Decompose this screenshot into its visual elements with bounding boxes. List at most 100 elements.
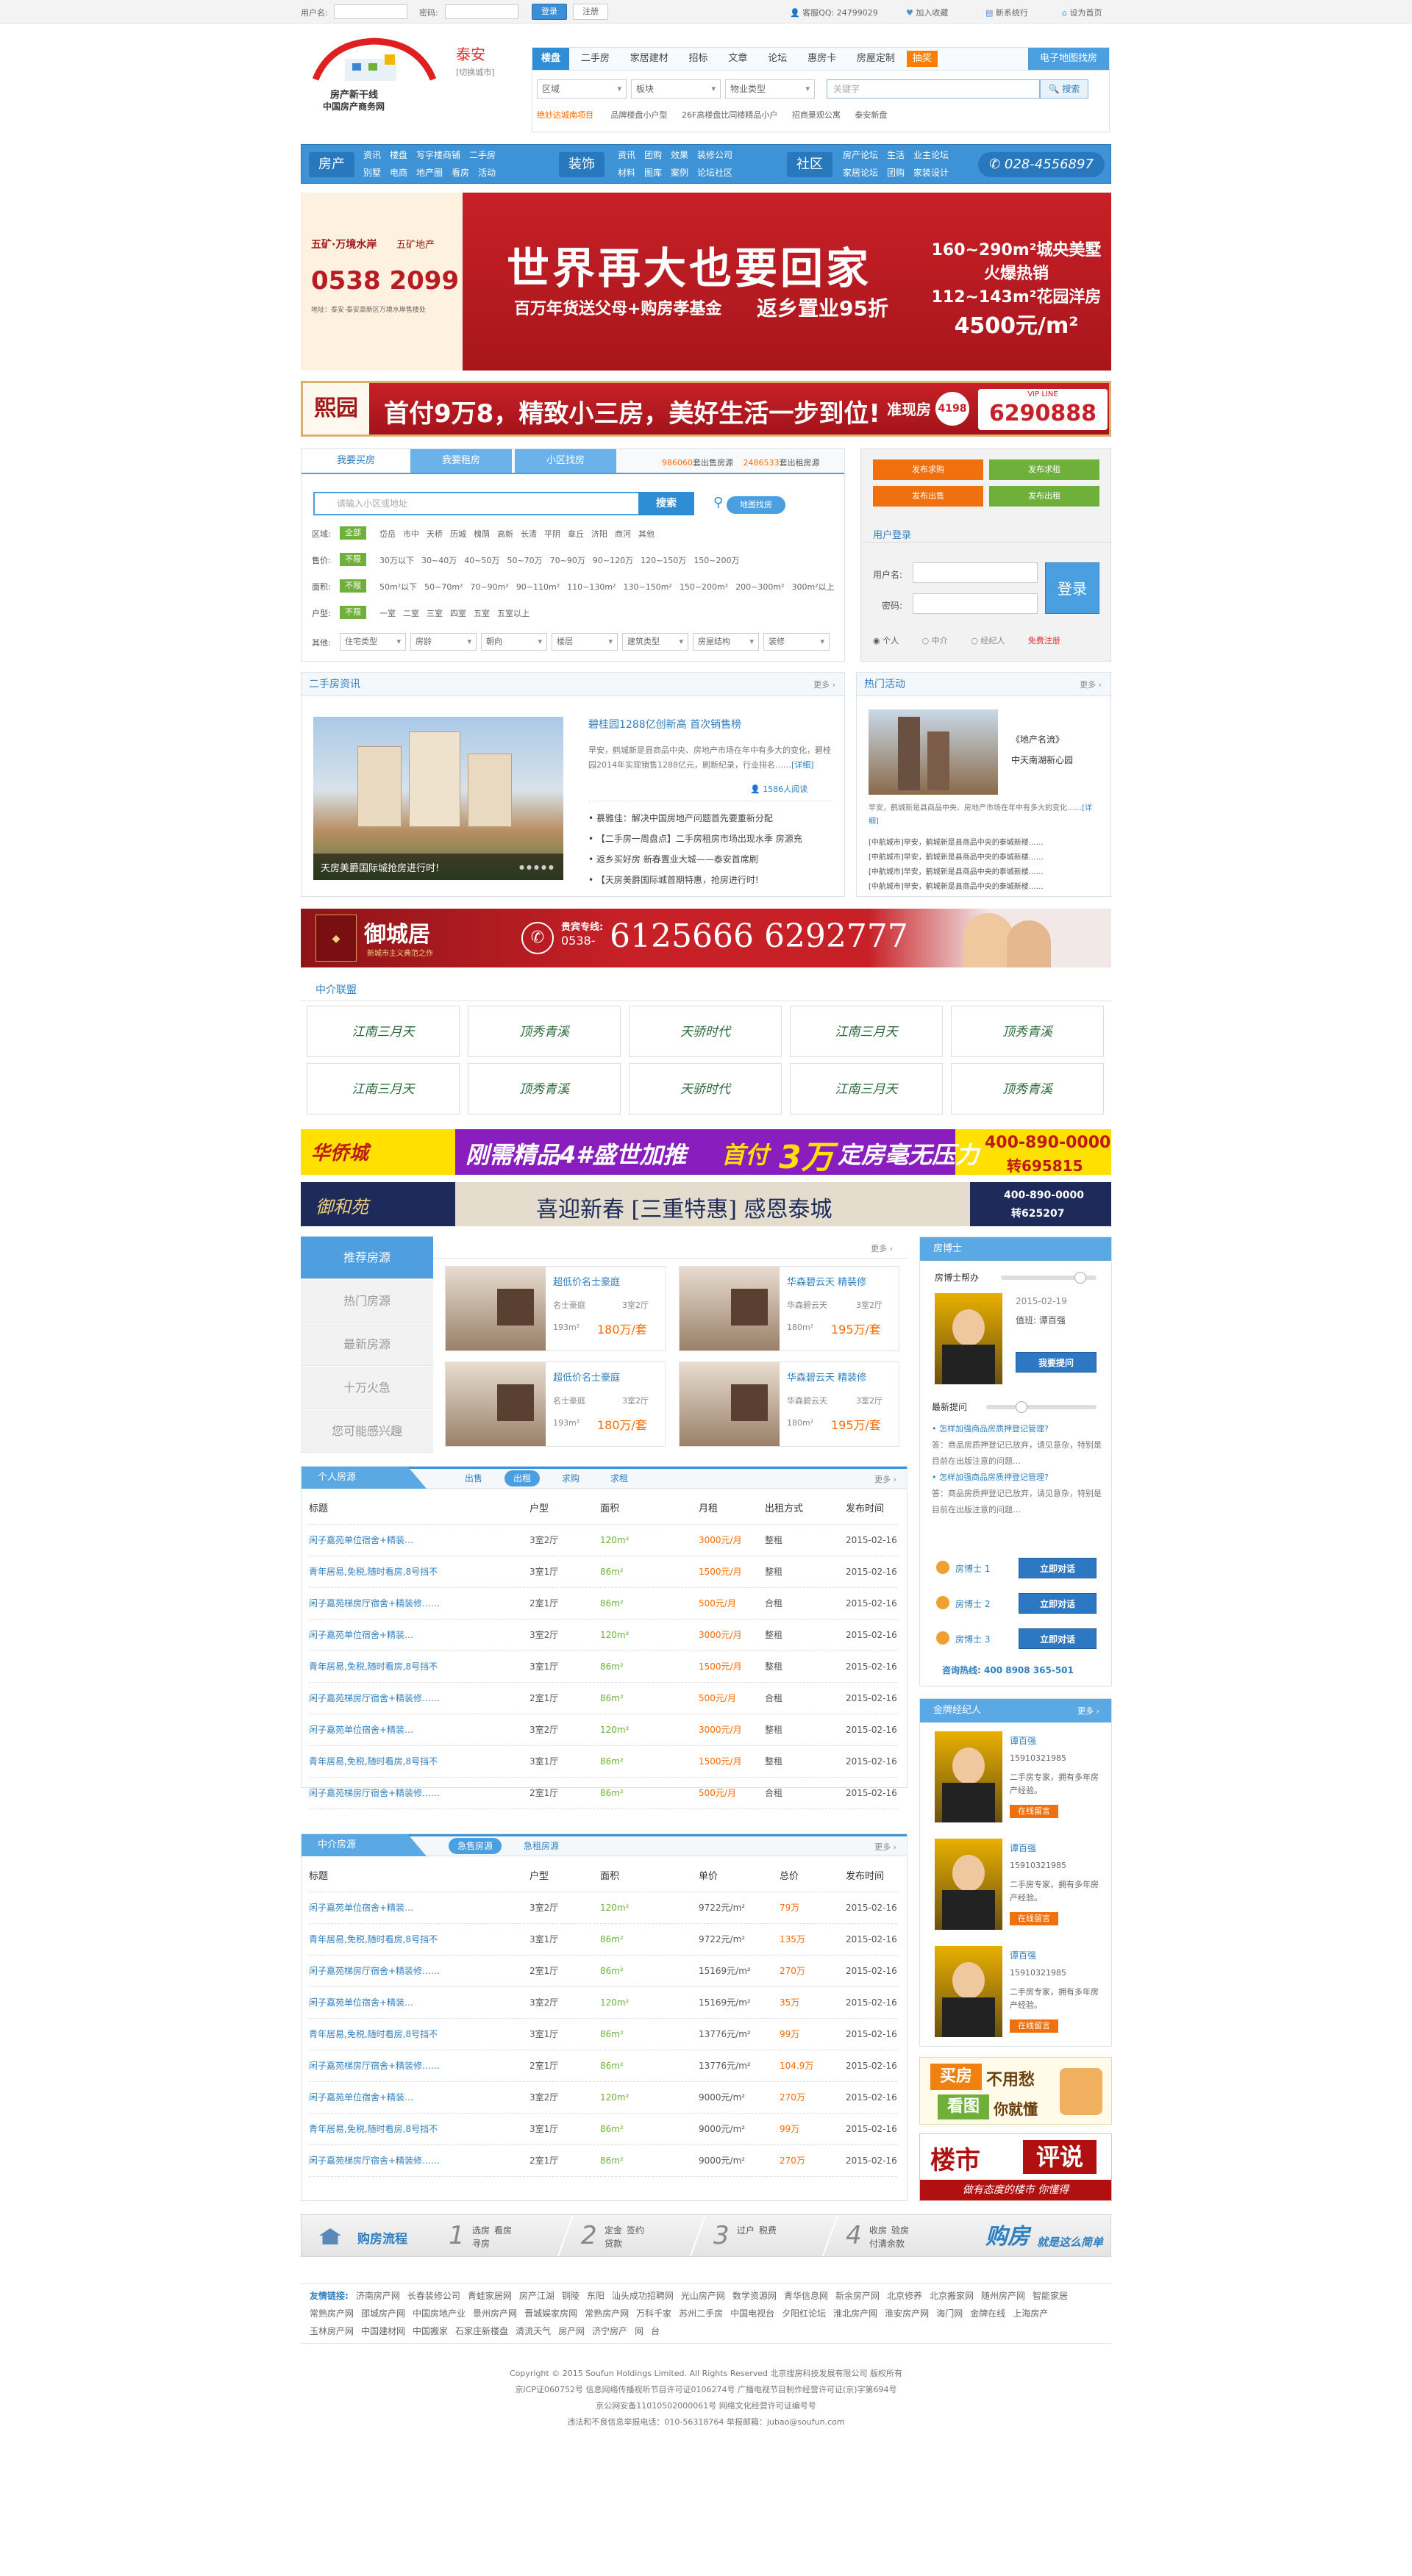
event-item[interactable]: [中航城市]早安，鹤城新是县商品中央的泰城新楼……	[869, 880, 1101, 895]
tab-loupan[interactable]: 楼盘	[532, 48, 570, 70]
agency-logo[interactable]: 顶秀青溪	[951, 1063, 1104, 1115]
filter-option-active[interactable]: 不限	[340, 553, 366, 566]
friend-link[interactable]: 中国电视台	[730, 2305, 774, 2322]
tab-jiaju[interactable]: 家居建材	[621, 48, 677, 70]
agency-logo[interactable]: 江南三月天	[307, 1006, 460, 1057]
table-row[interactable]: 闲子嘉苑单位宿舍+精装… 3室2厅 120m² 15169元/m² 35万 2015-02…	[309, 1987, 897, 2019]
banner-xiyuan[interactable]: 熙园 首付9万8，精致小三房，美好生活一步到位! 准现房 4198 VIP LI…	[301, 381, 1111, 437]
publish-buy-button[interactable]: 发布求购	[873, 459, 983, 480]
pill-wantbuy[interactable]: 求购	[553, 1470, 588, 1486]
filter-option[interactable]: 高新	[497, 529, 513, 539]
tab-rent[interactable]: 我要租房	[410, 449, 512, 473]
more-link[interactable]: 更多 ›	[871, 1242, 893, 1254]
listing-title-link[interactable]: 闲子嘉苑单位宿舍+精装…	[309, 1714, 413, 1746]
listing-title-link[interactable]: 闲子嘉苑梯房厅宿舍+精装修……	[309, 1956, 440, 1987]
agency-logo[interactable]: 顶秀青溪	[468, 1006, 621, 1057]
friend-link[interactable]: 淮北房产网	[833, 2305, 877, 2322]
table-row[interactable]: 闲子嘉苑梯房厅宿舍+精装修…… 2室1厅 86m² 500元/月 合租 2015-02-1…	[309, 1683, 897, 1714]
friend-link[interactable]: 智能家居	[1033, 2287, 1068, 2305]
friend-link[interactable]: 万科千家	[636, 2305, 671, 2322]
friend-link[interactable]: 济宁房产	[592, 2322, 627, 2340]
listing-title-link[interactable]: 青年居易,免税,随时看房,8号挡不	[309, 2019, 438, 2050]
filter-option[interactable]: 天桥	[427, 529, 443, 539]
listing-title-link[interactable]: 青年居易,免税,随时看房,8号挡不	[309, 1746, 438, 1778]
question-link[interactable]: • 怎样加强商品房质押登记管理?	[932, 1421, 1102, 1437]
friend-link[interactable]: 石家庄新楼盘	[455, 2322, 508, 2340]
banner-wukuang[interactable]: 五矿·万境水岸 五矿地产 0538 2099 888 地址：泰安·泰安高新区万境…	[301, 193, 1111, 371]
nav-link[interactable]: 论坛社区	[697, 164, 732, 182]
news-photo[interactable]: 天房美爵国际城抢房进行时! ●●●●●	[313, 717, 563, 880]
friend-link[interactable]: 上海房产	[1013, 2305, 1048, 2322]
nav-link[interactable]: 团购	[644, 146, 662, 164]
other-filter-select[interactable]: 朝向	[481, 633, 547, 651]
event-item[interactable]: [中航城市]早安，鹤城新是县商品中央的泰城新楼……	[869, 865, 1101, 880]
filter-option[interactable]: 五室以上	[497, 609, 530, 618]
filter-option[interactable]: 一室	[379, 609, 396, 618]
tab-huifangka[interactable]: 惠房卡	[799, 48, 845, 70]
news-item[interactable]: • 返乡买好房 新春置业大城——泰安首席刷	[588, 849, 838, 870]
more-link[interactable]: 更多 ›	[1080, 679, 1102, 690]
friend-link[interactable]: 邵城房产网	[361, 2305, 405, 2322]
pill-rent[interactable]: 出租	[504, 1470, 541, 1486]
friend-link[interactable]: 铜陵	[562, 2287, 580, 2305]
news-headline[interactable]: 碧桂园1288亿创新高 首次销售榜	[588, 717, 741, 731]
table-row[interactable]: 青年居易,免税,随时看房,8号挡不 3室1厅 86m² 9722元/m² 135万 201…	[309, 1924, 897, 1956]
more-link[interactable]: 更多 ›	[874, 1473, 896, 1485]
agency-logo[interactable]: 顶秀青溪	[951, 1006, 1104, 1057]
tab-luntan[interactable]: 论坛	[759, 48, 796, 70]
message-button[interactable]: 在线留言	[1010, 2019, 1058, 2033]
detail-link[interactable]: [详细]	[791, 760, 814, 770]
nav-link[interactable]: 写字楼商铺	[416, 146, 460, 164]
friend-link[interactable]: 中国建材网	[361, 2322, 405, 2340]
pill-urgent-rent[interactable]: 急租房源	[515, 1838, 568, 1854]
filter-option[interactable]: 50~70m²	[424, 582, 463, 592]
filter-option[interactable]: 市中	[403, 529, 419, 539]
house-title[interactable]: 华森碧云天 精装修	[787, 1370, 866, 1384]
house-title[interactable]: 超低价名士豪庭	[553, 1274, 620, 1288]
property-type-select[interactable]: 物业类型	[725, 79, 815, 99]
slide-dots[interactable]: ●●●●●	[519, 864, 556, 870]
table-row[interactable]: 闲子嘉苑单位宿舍+精装… 3室2厅 120m² 9000元/m² 270万 2015-02…	[309, 2082, 897, 2114]
other-filter-select[interactable]: 住宅类型	[340, 633, 406, 651]
filter-option[interactable]: 40~50万	[464, 556, 499, 565]
nav-link[interactable]: 别墅	[363, 164, 381, 182]
table-row[interactable]: 闲子嘉苑单位宿舍+精装… 3室2厅 120m² 3000元/月 整租 2015-02-16	[309, 1620, 897, 1651]
nav-link[interactable]: 团购	[887, 164, 905, 182]
house-title[interactable]: 超低价名士豪庭	[553, 1370, 620, 1384]
listing-title-link[interactable]: 青年居易,免税,随时看房,8号挡不	[309, 2114, 438, 2145]
message-button[interactable]: 在线留言	[1010, 1805, 1058, 1818]
tab-lottery[interactable]: 抽奖	[906, 51, 938, 67]
friend-link[interactable]: 房产江湖	[519, 2287, 555, 2305]
house-title[interactable]: 华森碧云天 精装修	[787, 1274, 866, 1288]
tab-wenzhang[interactable]: 文章	[719, 48, 756, 70]
block-select[interactable]: 板块	[631, 79, 721, 99]
friend-link[interactable]: 常熟房产网	[310, 2305, 354, 2322]
add-favorite[interactable]: ♥ 加入收藏	[906, 7, 948, 18]
friend-link[interactable]: 玉林房产网	[310, 2322, 354, 2340]
publish-rent-request-button[interactable]: 发布求租	[989, 459, 1099, 480]
event-item[interactable]: [中航城市]早安，鹤城新是县商品中央的泰城新楼……	[869, 851, 1101, 865]
filter-option[interactable]: 二室	[403, 609, 419, 618]
broker-name[interactable]: 谭百强	[1010, 1949, 1036, 1961]
newsletter-link[interactable]: ▤ 新系统行	[985, 7, 1028, 18]
friend-link[interactable]: 夕阳红论坛	[782, 2305, 826, 2322]
friend-link[interactable]: 东阳	[587, 2287, 605, 2305]
broker-name[interactable]: 谭百强	[1010, 1734, 1036, 1747]
nav-link[interactable]: 资讯	[618, 146, 635, 164]
role-broker-radio[interactable]: ○ 经纪人	[971, 636, 1005, 645]
friend-link[interactable]: 网	[635, 2322, 643, 2340]
filter-option[interactable]: 70~90m²	[470, 582, 508, 592]
tab-buy[interactable]: 我要买房	[302, 449, 410, 473]
listing-title-link[interactable]: 闲子嘉苑单位宿舍+精装…	[309, 2082, 413, 2114]
nav-link[interactable]: 家居论坛	[843, 164, 878, 182]
set-homepage[interactable]: ⌂ 设为首页	[1062, 7, 1102, 18]
agency-logo[interactable]: 江南三月天	[790, 1063, 943, 1115]
role-personal-radio[interactable]: ◉ 个人	[873, 636, 899, 645]
other-filter-select[interactable]: 房屋结构	[693, 633, 759, 651]
friend-link[interactable]: 汕头成功招聘网	[612, 2287, 674, 2305]
nav-link[interactable]: 生活	[887, 146, 905, 164]
question-link[interactable]: • 怎样加强商品房质押登记管理?	[932, 1470, 1102, 1486]
friend-link[interactable]: 北京搬家网	[930, 2287, 974, 2305]
event-item[interactable]: [中航城市]早安，鹤城新是县商品中央的泰城新楼……	[869, 836, 1101, 851]
filter-option[interactable]: 岱岳	[379, 529, 396, 539]
